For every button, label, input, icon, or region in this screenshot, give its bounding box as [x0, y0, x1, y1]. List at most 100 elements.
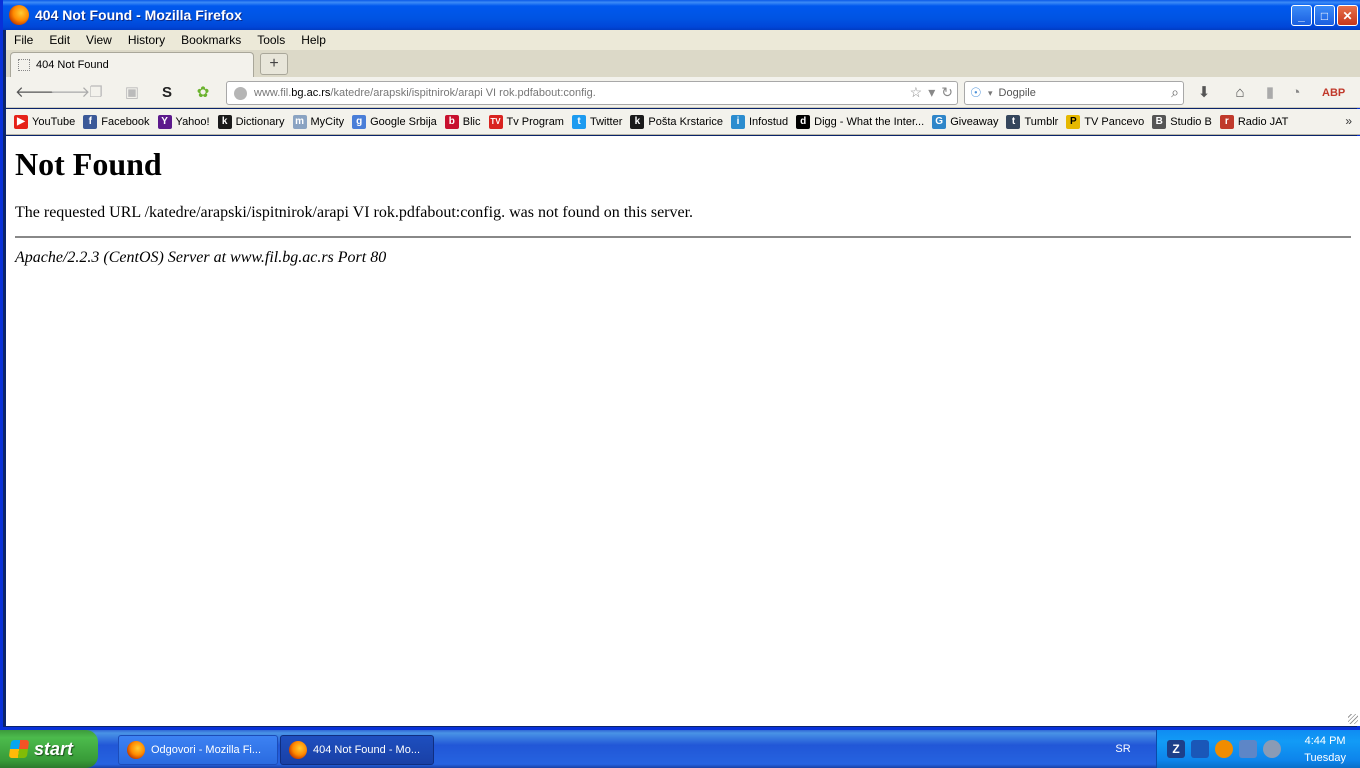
menu-view[interactable]: View [78, 33, 120, 47]
paste-icon[interactable]: ▣ [122, 83, 142, 103]
bookmark-twitter[interactable]: t Twitter [571, 114, 622, 129]
bookmark-giveaway[interactable]: G Giveaway [932, 114, 998, 129]
search-bar[interactable]: ☉ ▾ Dogpile ⌕ [964, 81, 1184, 105]
resize-grip[interactable] [1348, 714, 1358, 724]
start-button[interactable]: start [0, 730, 98, 768]
reload-icon[interactable]: ↻ [941, 84, 953, 101]
url-text[interactable]: www.fil.bg.ac.rs/katedre/arapski/ispitni… [254, 87, 596, 99]
menu-help[interactable]: Help [293, 33, 334, 47]
clock-day: Tuesday [1304, 752, 1346, 764]
bookmark-dictionary[interactable]: k Dictionary [217, 114, 285, 129]
history-dropdown-icon[interactable]: ▾ [928, 84, 935, 101]
engine-dropdown-icon[interactable]: ▾ [988, 88, 993, 99]
bookmarks-toolbar: ▶ YouTube f Facebook Y Yahoo! k Dictionary m… [6, 109, 1360, 135]
taskbar-item-odgovori[interactable]: Odgovori - Mozilla Fi... [118, 735, 278, 765]
clock[interactable]: 4:44 PM Tuesday [1304, 733, 1346, 767]
mycity-icon: m [292, 114, 307, 129]
bookmark-blic[interactable]: b Blic [444, 114, 481, 129]
server-signature: Apache/2.2.3 (CentOS) Server at www.fil.… [15, 249, 387, 266]
new-tab-button[interactable]: + [260, 53, 288, 75]
bookmark-facebook[interactable]: f Facebook [83, 114, 150, 129]
page-title: Not Found [15, 146, 162, 182]
firefox-icon [9, 5, 29, 25]
taskbar: start Odgovori - Mozilla Fi... 404 Not F… [0, 730, 1360, 768]
divider [15, 236, 1351, 238]
giveaway-icon: G [932, 114, 947, 129]
url-bar[interactable]: www.fil.bg.ac.rs/katedre/arapski/ispitni… [226, 81, 958, 105]
shield-icon[interactable] [1191, 740, 1209, 758]
tv-pancevo-icon: P [1066, 114, 1081, 129]
firefox-icon [127, 741, 145, 759]
window-title: 404 Not Found - Mozilla Firefox [35, 7, 242, 23]
home-icon[interactable]: ⌂ [1230, 83, 1250, 103]
firefox-icon [289, 741, 307, 759]
google-icon: g [352, 114, 367, 129]
tab-404-not-found[interactable]: 404 Not Found [10, 52, 254, 77]
bookmark-studio-b[interactable]: B Studio B [1152, 114, 1212, 129]
bookmark-youtube[interactable]: ▶ YouTube [14, 114, 75, 129]
task-label: 404 Not Found - Mo... [313, 744, 420, 756]
menu-bar: File Edit View History Bookmarks Tools H… [6, 30, 1360, 50]
forward-icon[interactable]: 🡒 [50, 83, 90, 103]
back-icon[interactable]: 🡐 [15, 83, 55, 103]
title-bar[interactable]: 404 Not Found - Mozilla Firefox _ □ ✕ [3, 0, 1360, 30]
s-addon-icon[interactable]: S [157, 83, 177, 103]
language-indicator[interactable]: SR [1108, 739, 1138, 759]
task-label: Odgovori - Mozilla Fi... [151, 744, 262, 756]
studio-b-icon: B [1152, 114, 1167, 129]
tab-strip: 404 Not Found + [6, 50, 1360, 77]
network-icon[interactable] [1239, 740, 1257, 758]
dictionary-icon: k [217, 114, 232, 129]
youtube-icon: ▶ [14, 114, 28, 129]
yahoo-icon: Y [157, 114, 172, 129]
copy-icon[interactable]: ❐ [86, 83, 106, 103]
menu-edit[interactable]: Edit [41, 33, 78, 47]
bookmark-posta-krstarice[interactable]: k Pošta Krstarice [630, 114, 723, 129]
lock-menu-icon[interactable]: ◔ [1286, 83, 1306, 103]
maximize-button[interactable]: □ [1314, 5, 1335, 26]
browser-window: 404 Not Found - Mozilla Firefox _ □ ✕ Fi… [0, 0, 1360, 730]
volume-icon[interactable] [1263, 740, 1281, 758]
bookmark-yahoo[interactable]: Y Yahoo! [157, 114, 210, 129]
bookmark-tumblr[interactable]: t Tumblr [1006, 114, 1058, 129]
avast-icon[interactable] [1215, 740, 1233, 758]
downloads-icon[interactable]: ⬇ [1194, 83, 1214, 103]
blic-icon: b [444, 114, 459, 129]
site-identity-icon[interactable] [234, 86, 247, 100]
menu-tools[interactable]: Tools [249, 33, 293, 47]
adblock-plus-icon[interactable]: ABP [1322, 83, 1345, 103]
twitter-icon: t [571, 114, 586, 129]
addon-refresh-icon[interactable]: ✿ [193, 83, 213, 103]
zonealarm-icon[interactable]: Z [1167, 740, 1185, 758]
bookmark-digg[interactable]: d Digg - What the Inter... [796, 114, 924, 129]
bookmark-tv-program[interactable]: TV Tv Program [488, 114, 564, 129]
menu-bookmarks[interactable]: Bookmarks [173, 33, 249, 47]
search-placeholder[interactable]: Dogpile [999, 87, 1036, 99]
menu-history[interactable]: History [120, 33, 173, 47]
minimize-button[interactable]: _ [1291, 5, 1312, 26]
dogpile-engine-icon[interactable]: ☉ [970, 86, 984, 100]
taskbar-item-404[interactable]: 404 Not Found - Mo... [280, 735, 434, 765]
bookmark-infostud[interactable]: i Infostud [730, 114, 788, 129]
menu-file[interactable]: File [6, 33, 41, 47]
bookmark-tv-pancevo[interactable]: P TV Pancevo [1066, 114, 1144, 129]
tumblr-icon: t [1006, 114, 1021, 129]
navigation-toolbar: 🡐 🡒 ❐ ▣ S ✿ www.fil.bg.ac.rs/katedre/ara… [6, 77, 1360, 108]
radio-jat-icon: r [1219, 114, 1234, 129]
bookmark-star-icon[interactable]: ☆ [910, 84, 923, 101]
page-content: Not Found The requested URL /katedre/ara… [6, 136, 1360, 726]
clock-time: 4:44 PM [1304, 735, 1346, 747]
krstarica-icon: k [630, 114, 645, 129]
signal-icon[interactable]: ▮ [1260, 83, 1280, 103]
blank-page-icon [18, 59, 30, 71]
tab-label: 404 Not Found [36, 59, 109, 71]
close-button[interactable]: ✕ [1337, 5, 1358, 26]
more-bookmarks-chevron-icon[interactable]: » [1345, 114, 1352, 128]
start-label: start [34, 738, 74, 759]
bookmark-google-srbija[interactable]: g Google Srbija [352, 114, 437, 129]
bookmark-mycity[interactable]: m MyCity [292, 114, 344, 129]
error-message: The requested URL /katedre/arapski/ispit… [15, 204, 694, 221]
windows-logo-icon [8, 740, 30, 758]
search-icon[interactable]: ⌕ [1171, 84, 1179, 101]
bookmark-radio-jat[interactable]: r Radio JAT [1219, 114, 1288, 129]
